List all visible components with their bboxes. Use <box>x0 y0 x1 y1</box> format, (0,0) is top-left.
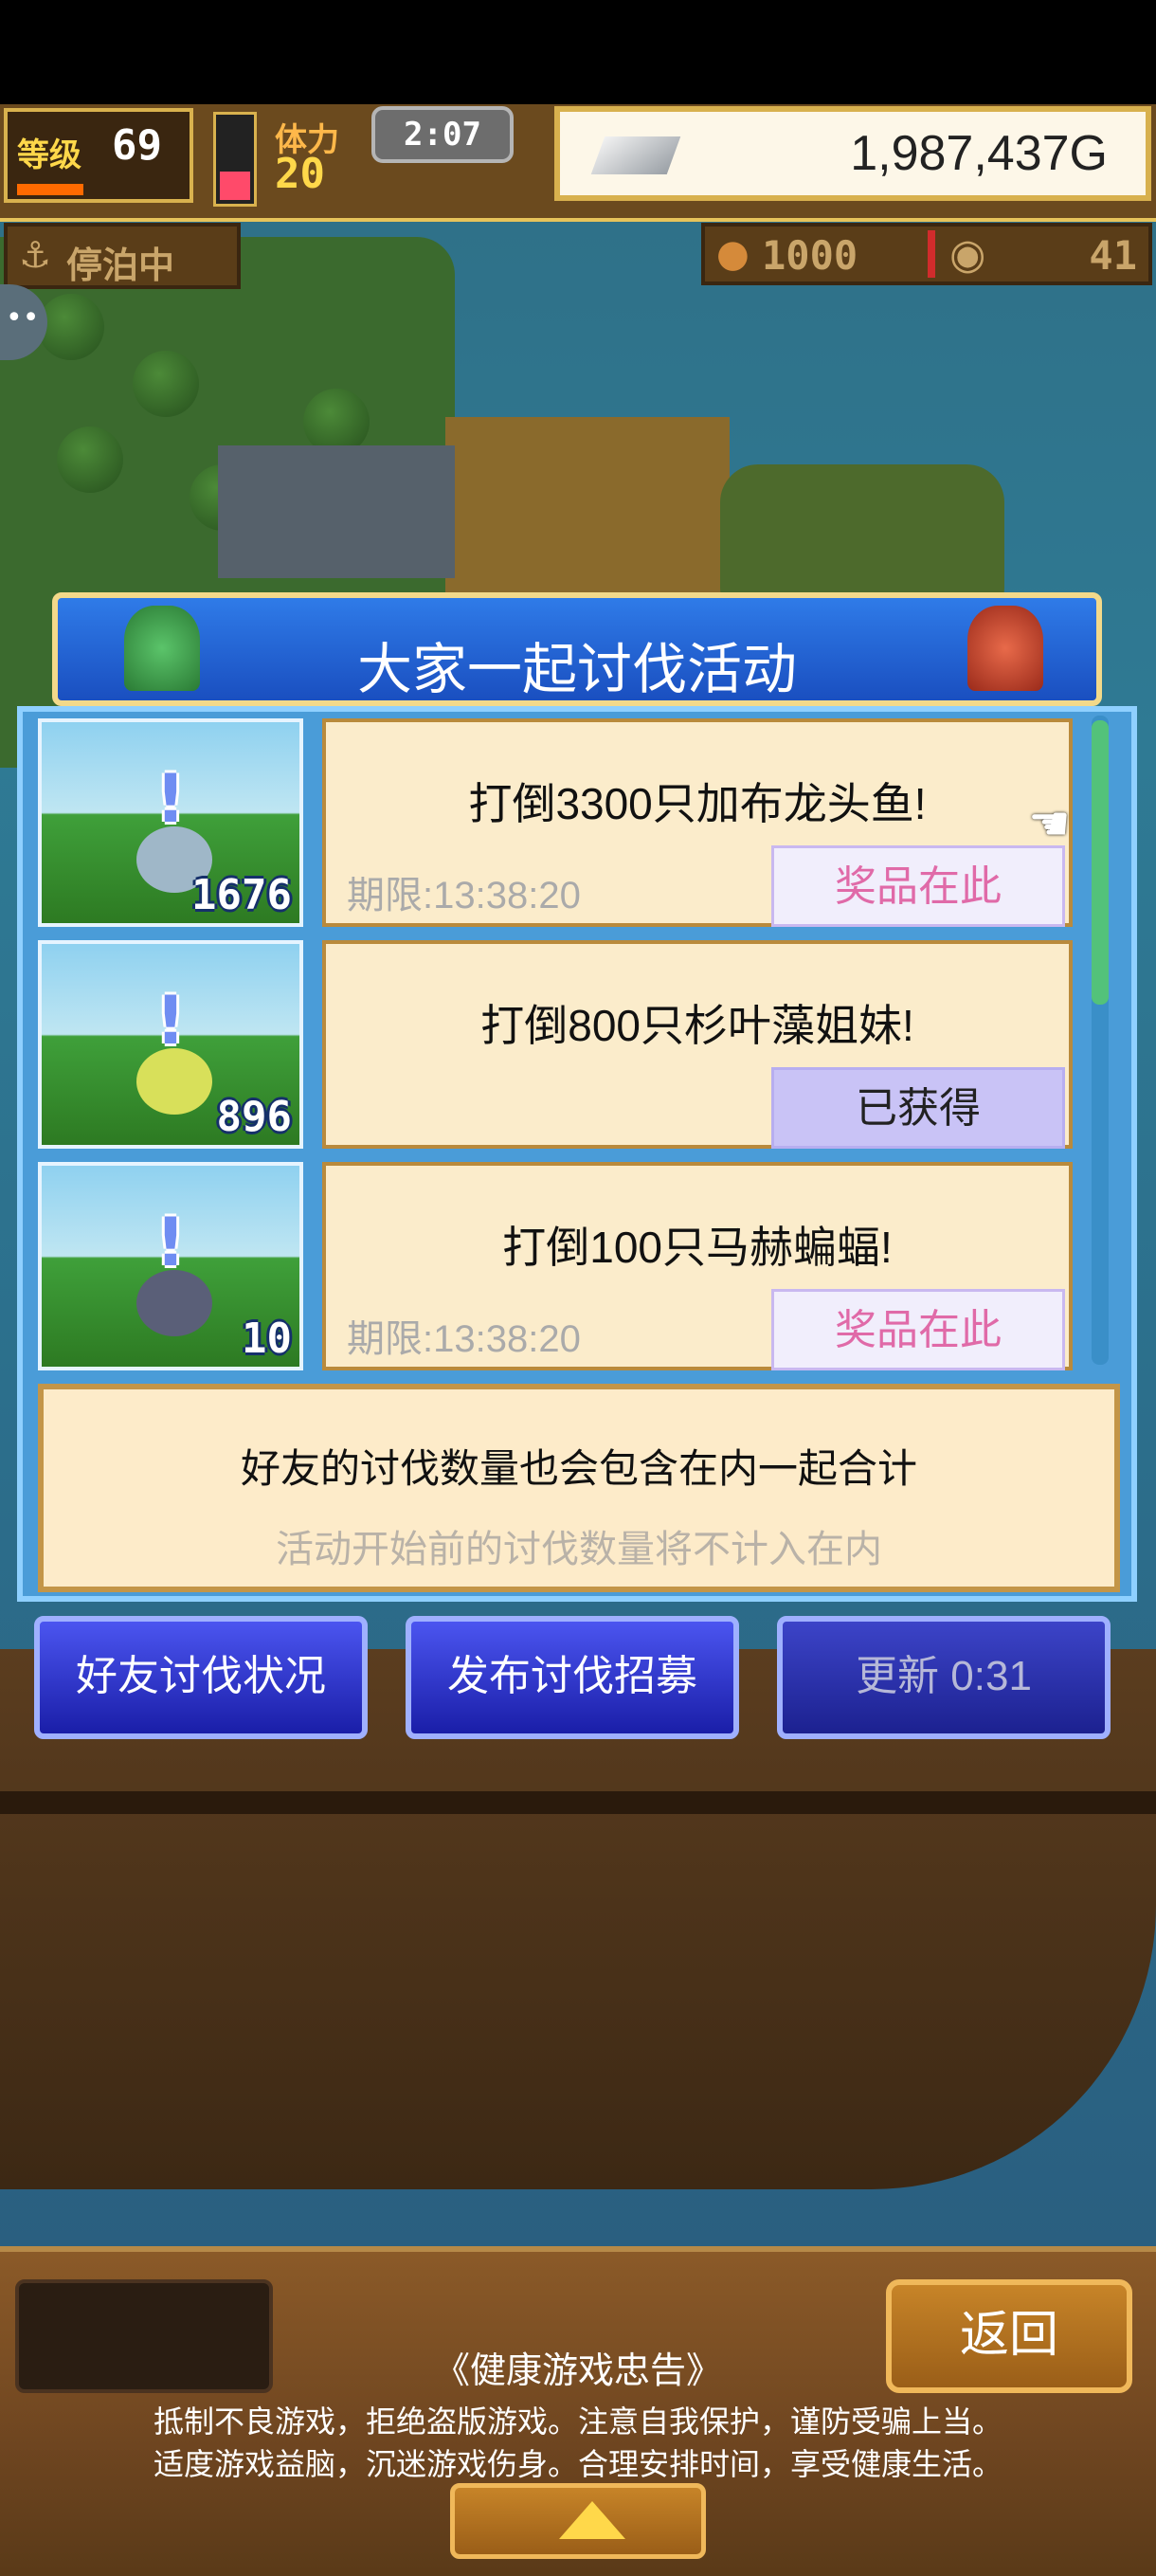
resource-bar: ● 1000 ◉ 41 <box>701 223 1152 285</box>
prize-button[interactable]: 奖品在此 <box>771 1289 1065 1370</box>
quest-card-3: 打倒100只马赫蝙蝠! 期限:13:38:20 奖品在此 <box>322 1162 1073 1370</box>
divider <box>928 230 935 278</box>
quest-thumb-1: ! 1676 <box>38 718 303 927</box>
advisory-title: 《健康游戏忠告》 <box>433 2351 722 2391</box>
tree <box>38 294 104 360</box>
quest-thumb-2: ! 896 <box>38 940 303 1149</box>
prize-button[interactable]: 奖品在此 <box>771 845 1065 927</box>
timer-box: 2:07 <box>371 106 514 163</box>
docked-label: 停泊中 <box>66 246 175 286</box>
gold-amount: 1,987,437G <box>850 126 1108 181</box>
coin-icon: ◉ <box>949 230 986 279</box>
exp-bar <box>17 184 83 195</box>
gold-box: 1,987,437G <box>554 106 1151 201</box>
food-value: 1000 <box>762 232 858 279</box>
kill-count: 896 <box>216 1093 292 1141</box>
quest-scroll-thumb[interactable] <box>1092 720 1109 1005</box>
kill-count: 10 <box>242 1315 292 1363</box>
quest-time-limit: 期限:13:38:20 <box>347 1318 581 1360</box>
kill-count: 1676 <box>191 871 292 919</box>
stamina-fill <box>220 172 250 200</box>
stamina-value: 20 <box>275 150 325 198</box>
tree <box>57 426 123 493</box>
silver-ingot-icon <box>590 136 681 174</box>
note-main-text: 好友的讨伐数量也会包含在内一起合计 <box>240 1446 917 1491</box>
stone-building <box>218 445 455 578</box>
monster-sister-icon <box>136 1048 212 1115</box>
event-note: 好友的讨伐数量也会包含在内一起合计 活动开始前的讨伐数量将不计入在内 <box>38 1384 1120 1592</box>
note-sub-text: 活动开始前的讨伐数量将不计入在内 <box>276 1529 882 1570</box>
up-arrow-icon <box>559 2501 625 2539</box>
quest-title: 打倒100只马赫蝙蝠! <box>502 1223 893 1272</box>
advisory-line-2: 适度游戏益脑，沉迷游戏伤身。合理安排时间，享受健康生活。 <box>153 2447 1002 2481</box>
face-icon: •• <box>6 301 40 335</box>
refresh-button[interactable]: 更新 0:31 <box>777 1616 1111 1739</box>
meat-icon: ● <box>716 232 750 276</box>
level-value: 69 <box>112 121 162 170</box>
tree <box>133 351 199 417</box>
event-title-bar: 大家一起讨伐活动 <box>52 592 1102 706</box>
quest-time-limit: 期限:13:38:20 <box>347 875 581 916</box>
advisory-line-1: 抵制不良游戏，拒绝盗版游戏。注意自我保护，谨防受骗上当。 <box>153 2404 1002 2439</box>
pointer-hand-icon: ☚ <box>1028 796 1071 851</box>
quest-title: 打倒800只杉叶藻姐妹! <box>480 1001 914 1050</box>
stamina-gauge <box>213 112 257 207</box>
monster-bat-icon <box>136 1270 212 1336</box>
docked-status: ⚓ 停泊中 <box>4 223 241 289</box>
coin-value: 41 <box>1089 232 1137 279</box>
obtained-button[interactable]: 已获得 <box>771 1067 1065 1149</box>
level-label: 等级 <box>17 136 81 174</box>
event-title: 大家一起讨伐活动 <box>356 639 797 700</box>
wooden-dock <box>445 417 730 607</box>
timer-value: 2:07 <box>404 116 481 154</box>
quest-title: 打倒3300只加布龙头鱼! <box>468 779 927 828</box>
quest-card-1: 打倒3300只加布龙头鱼! 期限:13:38:20 奖品在此 <box>322 718 1073 927</box>
quest-thumb-3: ! 10 <box>38 1162 303 1370</box>
hero-right-icon <box>967 606 1043 691</box>
ship-rail <box>0 1791 1156 1814</box>
expand-button[interactable] <box>450 2483 706 2559</box>
post-recruit-button[interactable]: 发布讨伐招募 <box>406 1616 739 1739</box>
quest-card-2: 打倒800只杉叶藻姐妹! 已获得 <box>322 940 1073 1149</box>
level-box: 等级 69 <box>4 108 193 203</box>
anchor-icon: ⚓ <box>19 234 52 276</box>
friend-status-button[interactable]: 好友讨伐状况 <box>34 1616 368 1739</box>
